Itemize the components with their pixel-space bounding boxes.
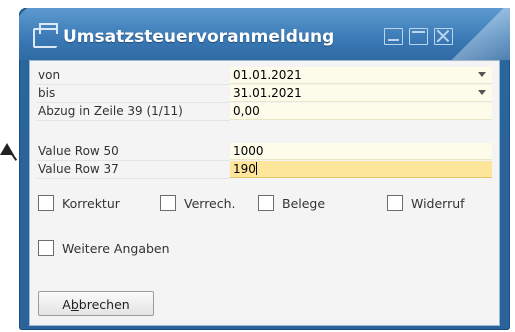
date-to-value: 31.01.2021 (233, 86, 302, 100)
cancel-button[interactable]: Abbrechen (38, 291, 154, 316)
row-value-50: Value Row 50 1000 (36, 143, 494, 161)
checkbox-box[interactable] (387, 195, 403, 211)
checkbox-box[interactable] (160, 195, 176, 211)
dropdown-arrow-icon[interactable] (478, 72, 486, 77)
row-abzug: Abzug in Zeile 39 (1/11) 0,00 (36, 103, 494, 121)
checkbox-label: Widerruf (411, 196, 465, 211)
value-row-37-field[interactable]: 190 (230, 161, 492, 178)
title-bar-sheen (444, 8, 510, 60)
abzug-field[interactable]: 0,00 (230, 103, 492, 120)
field-label-row-37: Value Row 37 (36, 161, 230, 179)
checkbox-label: Weitere Angaben (62, 241, 170, 256)
checkbox-box[interactable] (258, 195, 274, 211)
screen: Umsatzsteuervoranmeldung von 01.01.2021 … (0, 0, 515, 332)
cancel-label-prefix: A (62, 297, 71, 312)
row-von: von 01.01.2021 (36, 67, 494, 85)
mouse-pointer-icon (0, 143, 14, 155)
date-from-value: 01.01.2021 (233, 68, 302, 82)
date-to-field[interactable]: 31.01.2021 (230, 85, 492, 102)
row-bis: bis 31.01.2021 (36, 85, 494, 103)
dropdown-arrow-icon[interactable] (478, 90, 486, 95)
field-label-row-50: Value Row 50 (36, 143, 230, 161)
text-caret (255, 162, 257, 175)
date-from-field[interactable]: 01.01.2021 (230, 67, 492, 84)
field-label-von: von (36, 67, 230, 85)
cancel-label-suffix: brechen (78, 297, 130, 312)
checkbox-label: Verrech. (184, 196, 236, 211)
checkbox-box[interactable] (38, 195, 54, 211)
minimize-icon[interactable] (384, 28, 403, 45)
maximize-icon[interactable] (409, 28, 428, 45)
row-value-37: Value Row 37 190 (36, 161, 494, 179)
close-icon[interactable] (434, 28, 453, 45)
field-label-abzug: Abzug in Zeile 39 (1/11) (36, 103, 230, 121)
window-title: Umsatzsteuervoranmeldung (63, 27, 335, 47)
dialog-window: Umsatzsteuervoranmeldung von 01.01.2021 … (19, 8, 510, 330)
checkbox-label: Korrektur (62, 196, 120, 211)
value-row-37-text: 190 (233, 162, 256, 176)
checkbox-box[interactable] (38, 240, 54, 256)
cancel-label-mnemonic: b (70, 297, 79, 312)
window-icon (33, 23, 58, 48)
field-label-bis: bis (36, 85, 230, 103)
title-bar[interactable]: Umsatzsteuervoranmeldung (19, 8, 510, 66)
form-panel: von 01.01.2021 bis 31.01.2021 Abzug in Z… (29, 60, 500, 326)
value-row-50-field[interactable]: 1000 (230, 143, 492, 160)
checkbox-label: Belege (282, 196, 326, 211)
